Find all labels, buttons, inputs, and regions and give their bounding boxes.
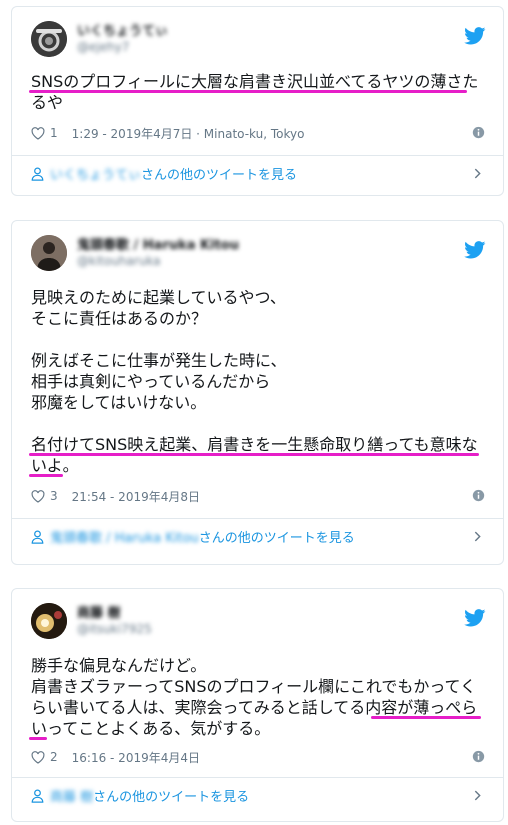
tweet-line: 相手は真剣にやっているんだから	[31, 372, 271, 391]
person-icon	[31, 167, 44, 181]
twitter-bird-icon[interactable]	[464, 609, 486, 627]
heart-icon[interactable]	[31, 489, 45, 503]
more-label: さんの他のツイートを見る	[198, 531, 355, 546]
display-name[interactable]: 鬼頭春歌 / Haruka Kitou	[77, 237, 239, 254]
twitter-bird-icon[interactable]	[464, 27, 486, 45]
tweet-line: 肩書きズラァーってSNSのプロフィール欄にこれでもかってく	[31, 677, 477, 696]
timestamp[interactable]: 21:54 - 2019年4月8日	[72, 488, 200, 505]
tweet-meta: 3 21:54 - 2019年4月8日	[31, 486, 485, 506]
more-tweets-link[interactable]: 商藤 樹 さんの他のツイートを見る	[12, 778, 503, 813]
tweet-line: いよ。	[31, 456, 79, 475]
tweet-text: 勝手な偏見なんだけど。 肩書きズラァーってSNSのプロフィール欄にこれでもかって…	[29, 655, 485, 740]
more-label: さんの他のツイートを見る	[141, 168, 298, 183]
tweet-line: らい書いてる人は、実際会ってみると話してる内容が薄っぺら	[31, 698, 478, 717]
tweet-line: 例えばそこに仕事が発生した時に、	[31, 351, 287, 370]
tweet-line: るや	[31, 93, 64, 112]
tweet-header: いくちょうてぃ @ejehy7	[31, 21, 485, 57]
tweet-text: SNSのプロフィールに大層な肩書き沢山並べてるヤツの薄さた るや	[29, 71, 485, 113]
person-icon	[31, 530, 44, 544]
chevron-right-icon	[474, 790, 481, 801]
headphones-icon	[31, 21, 67, 57]
tweet-text: 見映えのために起業しているやつ、 そこに責任はあるのか？ 例えばそこに仕事が発生…	[29, 287, 485, 477]
timestamp[interactable]: 16:16 - 2019年4月4日	[72, 749, 200, 766]
chevron-right-icon	[474, 168, 481, 179]
tweet-line: 名付けてSNS映え起業、肩書きを一生懸命取り繕っても意味な	[31, 435, 478, 454]
highlight-underline	[29, 474, 63, 477]
avatar[interactable]	[31, 603, 67, 639]
like-count: 1	[50, 126, 58, 140]
avatar[interactable]	[31, 21, 67, 57]
tweet-meta: 2 16:16 - 2019年4月4日	[31, 747, 485, 767]
more-tweets-link[interactable]: いくちょうてぃ さんの他のツイートを見る	[12, 156, 503, 191]
tweet-header: 鬼頭春歌 / Haruka Kitou @kitouharuka	[31, 235, 485, 271]
chevron-right-icon	[474, 531, 481, 542]
info-icon[interactable]	[472, 126, 485, 139]
highlight-underline	[371, 716, 481, 719]
light-photo-icon	[31, 603, 67, 639]
info-icon[interactable]	[472, 489, 485, 502]
display-name[interactable]: いくちょうてぃ	[77, 23, 168, 40]
twitter-bird-icon[interactable]	[464, 241, 486, 259]
user-handle[interactable]: @ejehy7	[77, 40, 168, 55]
highlight-underline	[29, 737, 47, 740]
person-photo-icon	[31, 235, 67, 271]
more-tweets-link[interactable]: 鬼頭春歌 / Haruka Kitou さんの他のツイートを見る	[12, 519, 503, 554]
more-user-name: 商藤 樹	[50, 790, 94, 805]
heart-icon[interactable]	[31, 750, 45, 764]
tweet-card: いくちょうてぃ @ejehy7 SNSのプロフィールに大層な肩書き沢山並べてるヤ…	[11, 6, 504, 196]
tweet-line: そこに責任はあるのか？	[31, 309, 208, 328]
user-handle[interactable]: @kitouharuka	[77, 254, 239, 269]
more-user-name: 鬼頭春歌 / Haruka Kitou	[50, 531, 199, 546]
like-count: 2	[50, 750, 58, 764]
tweet-line: 邪魔をしてはいけない。	[31, 393, 207, 412]
avatar[interactable]	[31, 235, 67, 271]
more-label: さんの他のツイートを見る	[93, 790, 250, 805]
display-name[interactable]: 商藤 樹	[77, 605, 152, 622]
tweet-card: 商藤 樹 @itsuki7925 勝手な偏見なんだけど。 肩書きズラァーってSN…	[11, 588, 504, 822]
highlight-underline	[29, 453, 479, 456]
tweet-card: 鬼頭春歌 / Haruka Kitou @kitouharuka 見映えのために…	[11, 220, 504, 565]
person-icon	[31, 789, 44, 803]
heart-icon[interactable]	[31, 126, 45, 140]
tweet-line: いってことよくある、気がする。	[31, 719, 271, 738]
like-count: 3	[50, 489, 58, 503]
highlight-underline	[29, 90, 467, 93]
info-icon[interactable]	[472, 750, 485, 763]
tweet-line: SNSのプロフィールに大層な肩書き沢山並べてるヤツの薄さた	[31, 72, 479, 91]
tweet-meta: 1 1:29 - 2019年4月7日 · Minato-ku, Tokyo	[31, 123, 485, 143]
more-user-name: いくちょうてぃ	[50, 168, 142, 183]
tweet-header: 商藤 樹 @itsuki7925	[31, 603, 485, 639]
tweet-line: 勝手な偏見なんだけど。	[31, 656, 207, 675]
tweet-line: 見映えのために起業しているやつ、	[31, 288, 286, 307]
timestamp[interactable]: 1:29 - 2019年4月7日 · Minato-ku, Tokyo	[72, 125, 305, 142]
user-handle[interactable]: @itsuki7925	[77, 622, 152, 637]
